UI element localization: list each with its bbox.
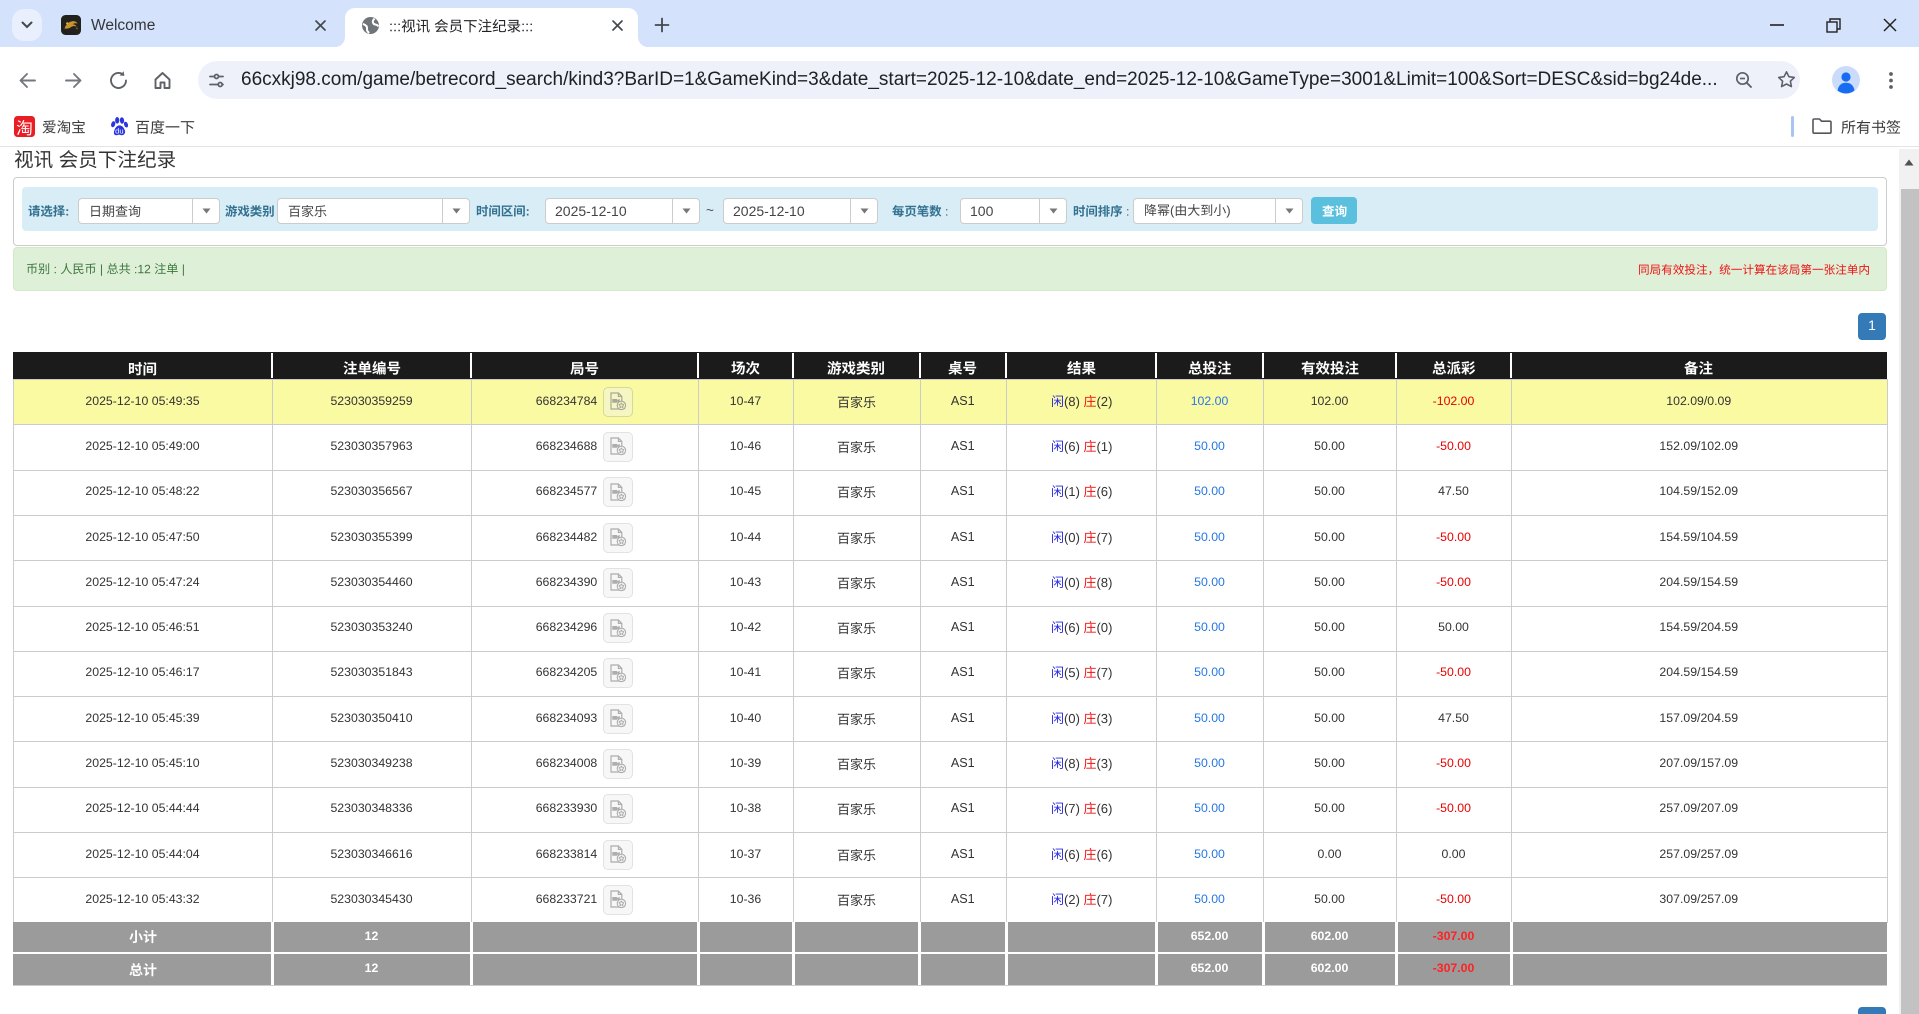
svg-text:du: du bbox=[115, 126, 123, 135]
